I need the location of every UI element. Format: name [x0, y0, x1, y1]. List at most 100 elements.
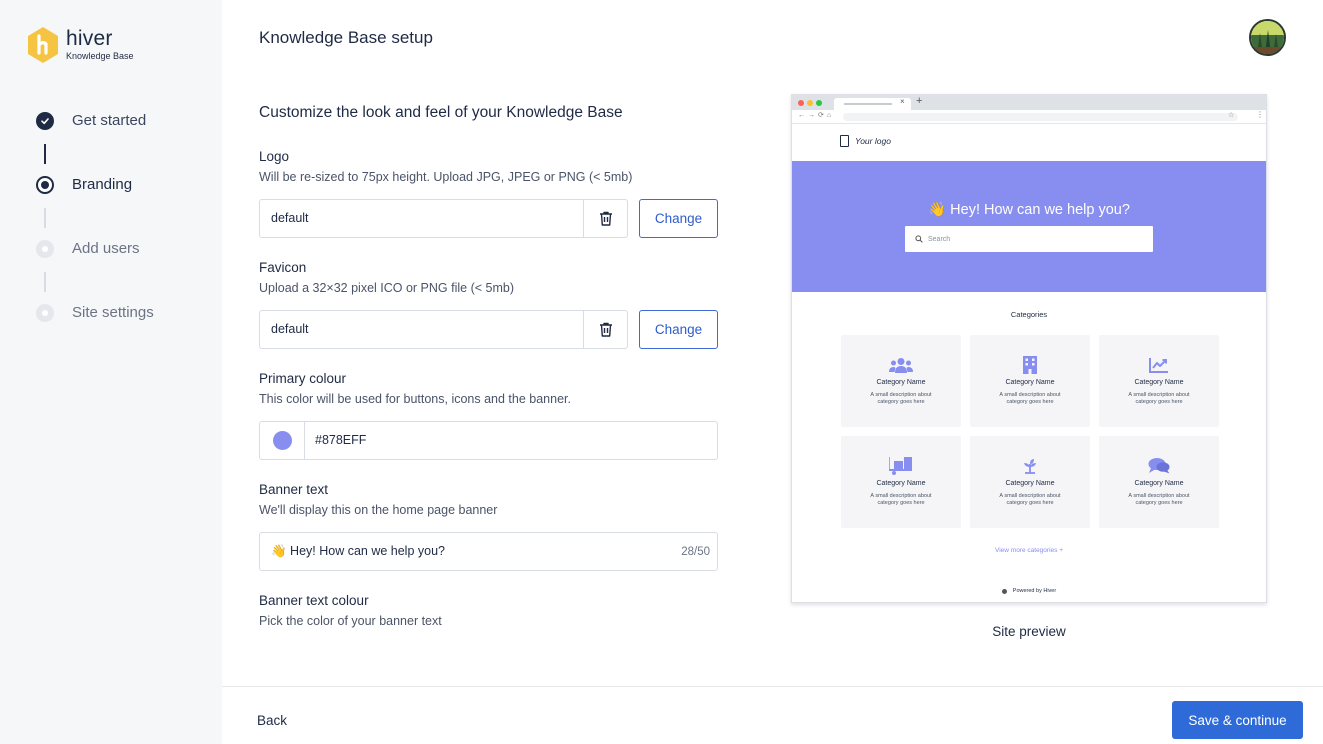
favicon-field: default [259, 310, 628, 349]
url-bar [843, 113, 1238, 121]
setup-steps: Get started Branding Add users Site sett… [36, 110, 154, 366]
banner-text-value[interactable]: 👋 Hey! How can we help you? [271, 544, 681, 559]
primary-colour-hint: This color will be used for buttons, ico… [259, 392, 571, 406]
preview-powered-by: Powered by Hiver [792, 588, 1266, 594]
preview-banner-text: 👋 Hey! How can we help you? [928, 202, 1130, 218]
char-count: 28/50 [681, 545, 710, 558]
brand-name: hiver [66, 27, 113, 50]
preview-category-grid: Category Name A small description about … [841, 335, 1219, 528]
kebab-icon: ⋮ [1256, 110, 1264, 119]
category-desc: A small description about category goes … [870, 392, 932, 405]
category-name: Category Name [1134, 379, 1184, 386]
banner-text-colour-hint: Pick the color of your banner text [259, 614, 442, 628]
delete-logo-button[interactable] [583, 200, 627, 237]
preview-more-link: View more categories + [995, 547, 1063, 554]
logo-label: Logo [259, 149, 290, 164]
form-heading: Customize the look and feel of your Know… [259, 104, 623, 121]
category-card: Category Name A small description about … [1099, 335, 1219, 427]
brand-logo: hiver Knowledge Base [26, 26, 134, 64]
category-desc: A small description about category goes … [1128, 493, 1190, 506]
favicon-value: default [271, 322, 309, 336]
colour-swatch [272, 431, 292, 450]
preview-search: Search [905, 226, 1153, 252]
step-label: Get started [72, 112, 147, 129]
star-icon: ☆ [1228, 112, 1235, 119]
category-name: Category Name [1005, 480, 1055, 487]
preview-caption: Site preview [992, 624, 1066, 639]
delete-favicon-button[interactable] [583, 311, 627, 348]
preview-header: Your logo [792, 124, 1266, 161]
step-add-users[interactable]: Add users [36, 238, 154, 302]
banner-text-input[interactable]: 👋 Hey! How can we help you? 28/50 [259, 532, 718, 571]
pending-step-icon [36, 240, 54, 258]
save-continue-button[interactable]: Save & continue [1172, 701, 1303, 739]
step-site-settings[interactable]: Site settings [36, 302, 154, 366]
step-connector [44, 272, 46, 292]
browser-nav-bar: ←→⟳⌂ ☆ ⋮ [792, 110, 1266, 124]
hiver-logo-icon [28, 27, 58, 63]
logo-value: default [271, 211, 309, 225]
user-avatar[interactable] [1249, 19, 1286, 56]
banner-text-hint: We'll display this on the home page bann… [259, 503, 498, 517]
delivery-icon [889, 456, 913, 475]
check-icon [36, 112, 54, 130]
new-tab-icon: + [916, 95, 923, 107]
category-name: Category Name [876, 379, 926, 386]
sidebar: hiver Knowledge Base Get started Brandin… [0, 0, 222, 744]
footer-bar: Back Save & continue [222, 686, 1323, 744]
step-label: Site settings [72, 304, 154, 321]
current-step-icon [36, 176, 54, 194]
category-card: Category Name A small description about … [841, 436, 961, 528]
powered-by-text: Powered by Hiver [1012, 588, 1057, 594]
change-logo-button[interactable]: Change [639, 199, 718, 238]
chart-icon [1149, 356, 1169, 373]
banner-text-label: Banner text [259, 482, 329, 497]
category-name: Category Name [1134, 480, 1184, 487]
chat-icon [1148, 457, 1170, 474]
branding-form: Customize the look and feel of your Know… [259, 104, 719, 628]
category-card: Category Name A small description about … [970, 335, 1090, 427]
maximize-dot-icon [816, 100, 822, 106]
browser-tab-bar: × + [792, 95, 1266, 110]
trash-icon [599, 211, 612, 226]
page-title: Knowledge Base setup [259, 28, 433, 47]
change-favicon-button[interactable]: Change [639, 310, 718, 349]
step-branding[interactable]: Branding [36, 174, 154, 238]
users-icon [889, 356, 913, 373]
book-icon [840, 135, 849, 147]
banner-text-colour-label: Banner text colour [259, 593, 369, 608]
building-icon [1023, 355, 1037, 374]
back-button[interactable]: Back [257, 713, 287, 728]
pending-step-icon [36, 304, 54, 322]
preview-search-placeholder: Search [928, 235, 951, 243]
colour-swatch-button[interactable] [260, 422, 305, 459]
primary-colour-label: Primary colour [259, 371, 347, 386]
brand-subtitle: Knowledge Base [66, 51, 134, 61]
close-dot-icon [798, 100, 804, 106]
step-label: Add users [72, 240, 140, 257]
seedling-icon [1022, 457, 1038, 474]
preview-logo-text: Your logo [855, 136, 891, 146]
preview-banner: 👋 Hey! How can we help you? Search [792, 161, 1266, 292]
primary-colour-field[interactable]: #878EFF [259, 421, 718, 460]
step-get-started[interactable]: Get started [36, 110, 154, 174]
category-card: Category Name A small description about … [1099, 436, 1219, 528]
logo-field: default [259, 199, 628, 238]
preview-logo: Your logo [840, 135, 891, 147]
category-card: Category Name A small description about … [841, 335, 961, 427]
category-card: Category Name A small description about … [970, 436, 1090, 528]
browser-nav-icons: ←→⟳⌂ [798, 112, 835, 119]
search-icon [915, 235, 923, 243]
site-preview: × + ←→⟳⌂ ☆ ⋮ Your logo 👋 Hey! How can we… [791, 94, 1267, 603]
minimize-dot-icon [807, 100, 813, 106]
favicon-hint: Upload a 32×32 pixel ICO or PNG file (< … [259, 281, 514, 295]
category-name: Category Name [876, 480, 926, 487]
primary-colour-value[interactable]: #878EFF [305, 422, 366, 459]
favicon-label: Favicon [259, 260, 307, 275]
tab-close-icon: × [900, 97, 905, 106]
trash-icon [599, 322, 612, 337]
category-desc: A small description about category goes … [999, 493, 1061, 506]
step-connector [44, 144, 46, 164]
browser-tab: × [834, 97, 911, 110]
logo-hint: Will be re-sized to 75px height. Upload … [259, 170, 633, 184]
